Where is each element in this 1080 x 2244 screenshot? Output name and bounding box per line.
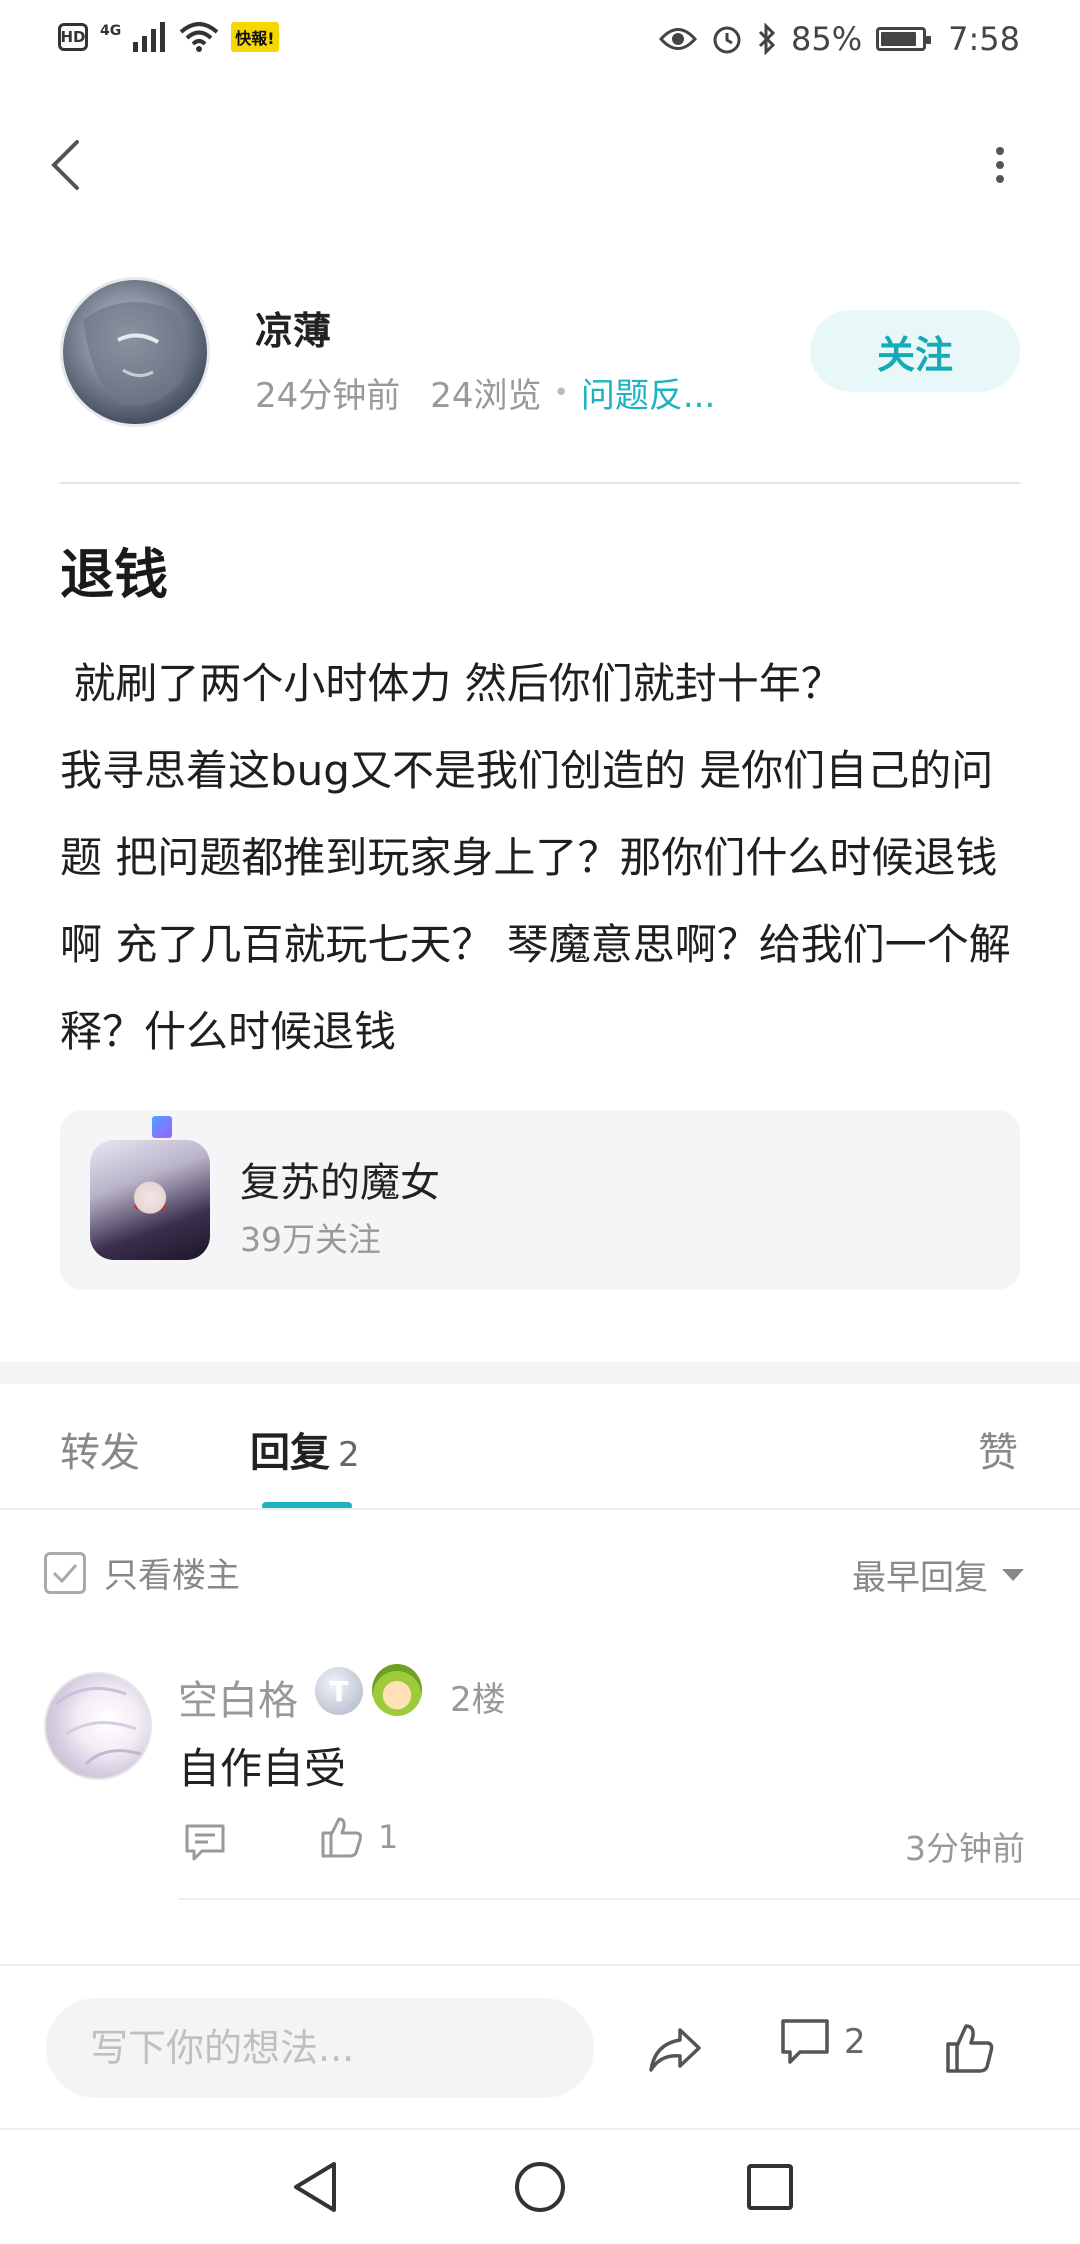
checkbox-icon[interactable]	[44, 1551, 86, 1594]
app-badge-icon: 快報!	[231, 22, 279, 52]
character-badge-icon	[372, 1664, 422, 1716]
share-button[interactable]	[645, 2020, 705, 2080]
reply-avatar[interactable]	[44, 1672, 152, 1780]
bluetooth-icon	[758, 23, 776, 55]
battery-percent: 85%	[791, 20, 863, 58]
divider	[0, 1964, 1080, 1966]
dropdown-caret-icon	[1002, 1568, 1024, 1581]
system-recent-button[interactable]	[735, 2152, 805, 2222]
separator-dot: •	[553, 377, 569, 408]
level-badge-icon: T	[315, 1667, 363, 1715]
clock: 7:58	[948, 20, 1020, 58]
nav-recent-icon	[747, 2164, 793, 2210]
only-op-label: 只看楼主	[104, 1556, 240, 1596]
tab-like[interactable]: 赞	[978, 1420, 1018, 1478]
reply-avatar-art	[55, 1686, 142, 1766]
back-button[interactable]	[40, 130, 90, 200]
reply-like-button[interactable]: 1	[320, 1815, 398, 1859]
game-platform-icon	[152, 1116, 172, 1138]
status-left: HD 4G 快報!	[58, 22, 279, 52]
divider	[60, 482, 1020, 484]
tab-repost[interactable]: 转发	[60, 1420, 140, 1478]
game-icon	[90, 1140, 210, 1260]
post-body: 就刷了两个小时体力 然后你们就封十年？ 我寻思着这bug又不是我们创造的 是你们…	[60, 659, 1011, 1056]
status-right: 85% 7:58	[659, 20, 1020, 58]
reply-username[interactable]: 空白格	[178, 1668, 298, 1726]
reply-floor: 2楼	[450, 1680, 506, 1720]
tab-reply-label: 回复	[250, 1430, 330, 1476]
follow-button[interactable]: 关注	[810, 310, 1020, 392]
category-link[interactable]: 问题反...	[581, 368, 715, 417]
signal-icon	[133, 22, 166, 52]
back-arrow-icon	[51, 140, 79, 190]
reply-time: 3分钟前	[905, 1829, 1025, 1868]
comments-button[interactable]: 2	[780, 2018, 866, 2066]
posted-time: 24分钟前	[255, 376, 401, 416]
thumbs-up-icon	[946, 2024, 994, 2073]
reply-content: 自作自受	[178, 1744, 347, 1793]
author-name[interactable]: 凉薄	[255, 300, 331, 355]
like-button[interactable]	[940, 2016, 1000, 2080]
reply-like-count: 1	[378, 1818, 399, 1856]
divider	[0, 1508, 1080, 1510]
comment-count: 2	[844, 2022, 866, 2062]
game-name: 复苏的魔女	[240, 1160, 440, 1206]
nav-back-icon	[294, 2162, 336, 2212]
tab-reply-count: 2	[338, 1435, 360, 1475]
divider	[0, 2128, 1080, 2130]
post-meta: 24分钟前 24浏览 • 问题反...	[255, 368, 715, 417]
system-back-button[interactable]	[280, 2152, 350, 2222]
battery-icon	[876, 27, 932, 51]
game-followers: 39万关注	[240, 1220, 381, 1259]
share-icon	[649, 2028, 701, 2072]
network-type: 4G	[100, 23, 122, 39]
game-card[interactable]: 复苏的魔女 39万关注	[60, 1110, 1020, 1290]
system-home-button[interactable]	[505, 2152, 575, 2222]
avatar-portrait	[83, 302, 187, 406]
post-title: 退钱	[60, 543, 168, 606]
hd-icon: HD	[58, 23, 88, 51]
view-count: 24浏览	[430, 376, 542, 416]
checkmark-icon	[52, 1563, 78, 1583]
tab-reply[interactable]: 回复 2	[250, 1420, 360, 1478]
comment-bubble-icon	[781, 2019, 829, 2064]
status-bar: HD 4G 快報! 85% 7:58	[0, 0, 1080, 80]
eye-icon	[659, 28, 698, 50]
thumbs-up-icon	[321, 1817, 363, 1858]
comment-input[interactable]	[46, 1998, 594, 2098]
nav-home-icon	[515, 2162, 565, 2212]
alarm-icon	[713, 26, 741, 54]
reply-comment-button[interactable]	[180, 1818, 230, 1868]
more-options-button[interactable]	[975, 135, 1025, 195]
comment-icon	[185, 1824, 225, 1861]
only-op-toggle[interactable]: 只看楼主	[44, 1548, 240, 1597]
sort-label: 最早回复	[852, 1558, 988, 1598]
divider	[178, 1898, 1080, 1900]
wifi-icon	[179, 22, 219, 52]
section-separator	[0, 1362, 1080, 1384]
sort-dropdown[interactable]: 最早回复	[852, 1550, 1024, 1599]
author-avatar[interactable]	[60, 277, 210, 427]
more-vertical-icon	[996, 147, 1004, 183]
